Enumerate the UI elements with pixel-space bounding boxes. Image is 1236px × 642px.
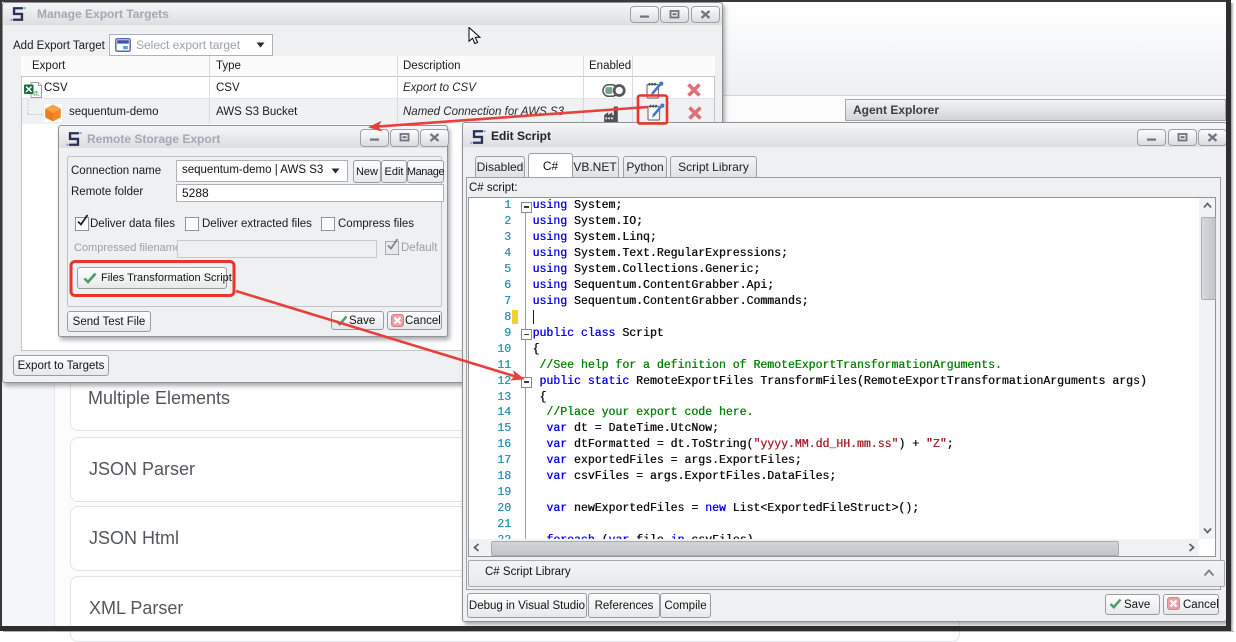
svg-text:a,: a, — [34, 89, 41, 98]
